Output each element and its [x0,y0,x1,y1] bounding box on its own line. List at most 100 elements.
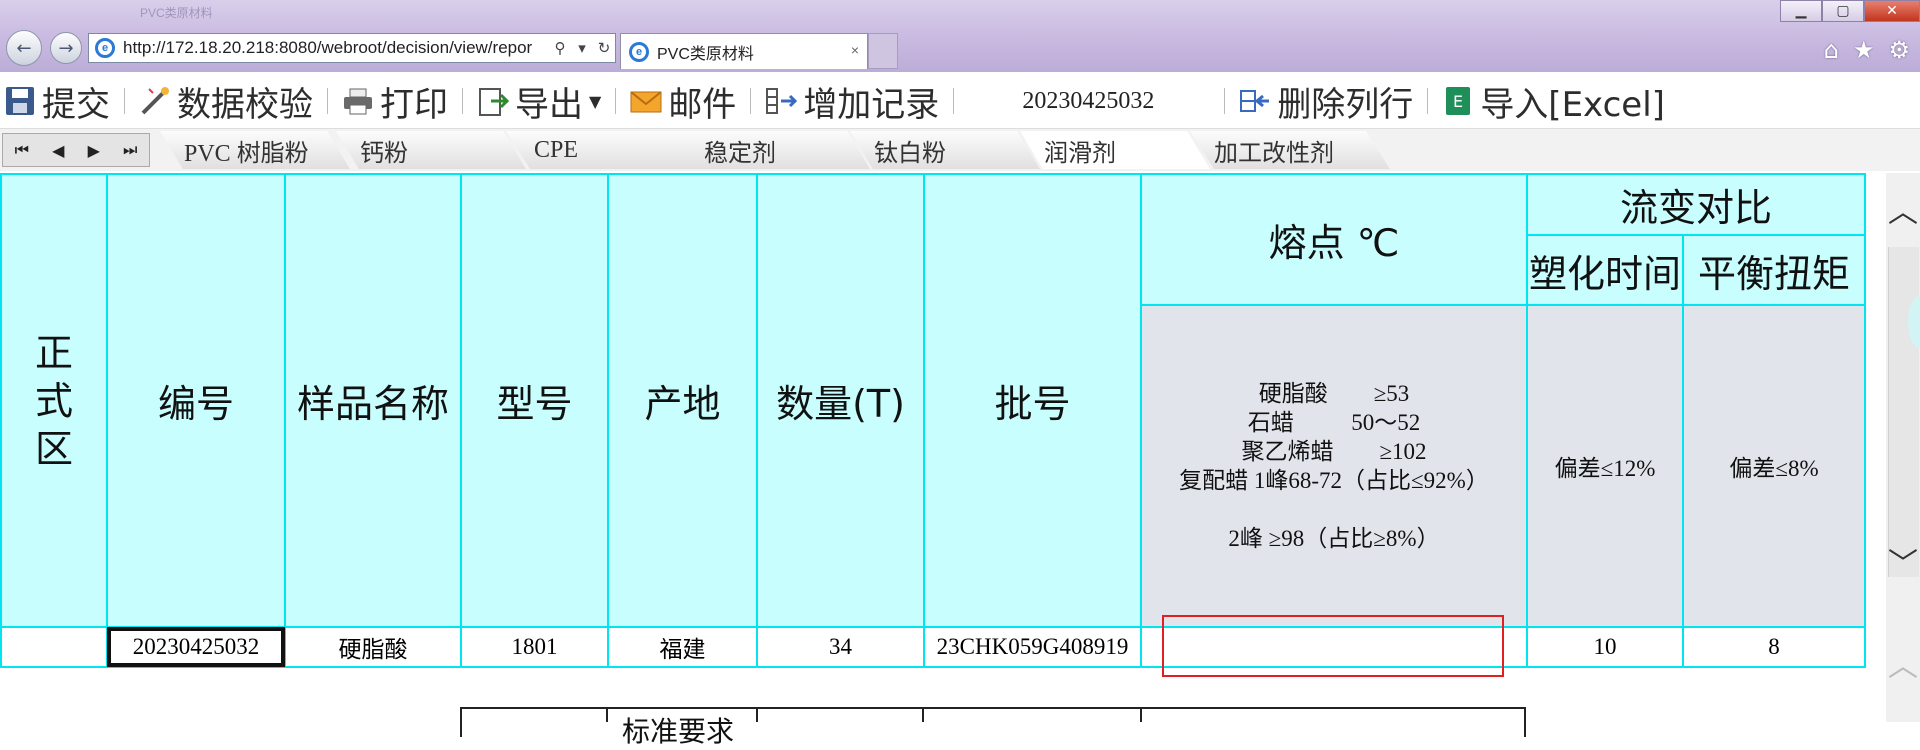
tab-stabilizer[interactable]: 稳定剂 [680,131,870,169]
cell-model[interactable]: 1801 [460,626,609,668]
cell-number[interactable]: 20230425032 [106,626,286,668]
svg-text:E: E [1453,92,1463,111]
submit-label: 提交 [42,84,110,125]
print-label: 打印 [380,84,448,125]
header-number: 编号 [106,173,286,628]
header-balance-torque: 平衡扭矩 [1682,234,1866,306]
tab-pvc-resin[interactable]: PVC 树脂粉 [160,131,350,169]
dropdown-icon[interactable]: ▾ [571,39,593,57]
tab-cpe[interactable]: CPE [506,131,706,169]
toolbar-divider [1427,88,1429,114]
submit-button[interactable]: 提交 [0,72,114,130]
cell-sample-name[interactable]: 硬脂酸 [284,626,462,668]
highlight-box [1162,615,1504,677]
scroll-up-button[interactable]: ︿ [1886,189,1920,230]
tab-label: 稳定剂 [704,140,776,167]
cell-balance-torque[interactable]: 8 [1682,626,1866,668]
delete-row-button[interactable]: 删除列行 [1235,72,1417,130]
print-button[interactable]: 打印 [338,72,452,130]
browser-chrome: PVC类原材料 ▁ ▢ ✕ ← → e http://172.18.20.218… [0,0,1920,72]
tab-label: CPE [534,136,579,163]
home-icon[interactable]: ⌂ [1824,36,1839,64]
header-sample-name: 样品名称 [284,173,462,628]
ie-logo-icon: e [95,38,115,58]
validate-button[interactable]: 数据校验 [135,72,317,130]
export-label: 导出 [515,84,583,125]
toolbar-divider [462,88,463,114]
browser-icons: ⌂ ★ ⚙ [1824,36,1910,64]
cell-formal-area[interactable] [0,626,108,668]
wand-icon [139,85,171,117]
minimize-button[interactable]: ▁ [1780,0,1822,22]
tab-calcium-powder[interactable]: 钙粉 [336,131,526,169]
scroll-down-button[interactable]: ﹀ [1886,541,1920,582]
tab-processing-modifier[interactable]: 加工改性剂 [1190,131,1390,169]
last-sheet-button[interactable]: ⏭ [123,140,137,160]
arrow-right-icon: → [58,37,74,59]
delete-row-label: 删除列行 [1277,84,1414,125]
star-icon[interactable]: ★ [1853,36,1875,64]
lower-table-divider [606,707,608,722]
gear-icon[interactable]: ⚙ [1888,36,1910,64]
import-excel-button[interactable]: E 导入[Excel] [1438,72,1669,130]
add-record-label: 增加记录 [803,84,940,125]
report-toolbar: 提交 数据校验 打印 导出 ▼ 邮件 增加记录 20230425032 删除列行… [0,72,1920,130]
criteria-text: 硬脂酸 ≥53 石蜡 50～52 聚乙烯蜡 ≥102 复配蜡 1峰68-72（占… [1179,381,1489,551]
vertical-scrollbar[interactable]: ︿ ﹀ ︿ [1886,173,1920,722]
refresh-icon[interactable]: ↻ [593,39,615,57]
toolbar-divider [615,88,617,114]
window-title: PVC类原材料 [140,6,213,20]
toolbar-divider [1224,88,1226,114]
header-batch: 批号 [923,173,1142,628]
tab-close-icon[interactable]: × [851,42,859,58]
export-button[interactable]: 导出 ▼ [473,72,605,130]
record-number: 20230425032 [1022,87,1155,114]
cell-origin[interactable]: 福建 [607,626,758,668]
prev-sheet-button[interactable]: ◀ [52,141,64,160]
toolbar-divider [124,88,125,114]
header-model: 型号 [460,173,609,628]
email-button[interactable]: 邮件 [626,72,740,130]
tab-lubricant[interactable]: 润滑剂 [1020,131,1210,169]
cell-plasticizing-time[interactable]: 10 [1526,626,1684,668]
tab-label: 钛白粉 [874,140,946,167]
search-icon[interactable]: ⚲ [549,39,571,57]
delete-row-icon [1239,85,1271,117]
validate-label: 数据校验 [177,84,313,125]
maximize-button[interactable]: ▢ [1822,0,1864,22]
arrow-left-icon: ← [16,37,32,59]
tab-titanium-dioxide[interactable]: 钛白粉 [850,131,1040,169]
criteria-melting-point: 硬脂酸 ≥53 石蜡 50～52 聚乙烯蜡 ≥102 复配蜡 1峰68-72（占… [1140,304,1528,628]
table-row: 20230425032 硬脂酸 1801 福建 34 23CHK059G4089… [0,626,1866,668]
add-record-button[interactable]: 增加记录 [761,72,943,130]
email-label: 邮件 [668,84,737,125]
window-controls: ▁ ▢ ✕ [1780,0,1920,22]
back-button[interactable]: ← [6,30,42,66]
close-button[interactable]: ✕ [1864,0,1920,22]
toolbar-divider [953,88,955,114]
lower-table-divider [756,707,758,722]
mail-icon [630,85,662,117]
chevron-down-icon: ▼ [589,91,602,111]
tab-ie-icon: e [629,41,649,62]
lower-table-header: 标准要求 [622,715,735,748]
first-sheet-button[interactable]: ⏮ [15,140,29,160]
address-bar[interactable]: e http://172.18.20.218:8080/webroot/deci… [88,33,616,63]
address-url[interactable]: http://172.18.20.218:8080/webroot/decisi… [123,38,549,58]
header-formal-area: 正式区 [0,173,108,628]
scroll-up-secondary[interactable]: ︿ [1886,643,1920,684]
tab-label: 钙粉 [360,140,408,167]
cell-batch[interactable]: 23CHK059G408919 [923,626,1142,668]
criteria-plasticizing-time: 偏差≤12% [1526,304,1684,628]
new-tab-button[interactable] [868,33,898,69]
sheet-navigation: ⏮ ◀ ▶ ⏭ [2,133,150,167]
criteria-balance-torque: 偏差≤8% [1682,304,1866,628]
tab-title: PVC类原材料 [657,45,754,63]
printer-icon [342,85,374,117]
forward-button[interactable]: → [50,32,82,64]
sheet-tab-bar: ⏮ ◀ ▶ ⏭ PVC 树脂粉 钙粉 CPE 稳定剂 钛白粉 润滑剂 加工改性剂 [0,128,1920,171]
cell-quantity[interactable]: 34 [756,626,925,668]
next-sheet-button[interactable]: ▶ [88,141,100,160]
excel-icon: E [1442,85,1474,117]
browser-tab[interactable]: e PVC类原材料 × [620,33,868,69]
